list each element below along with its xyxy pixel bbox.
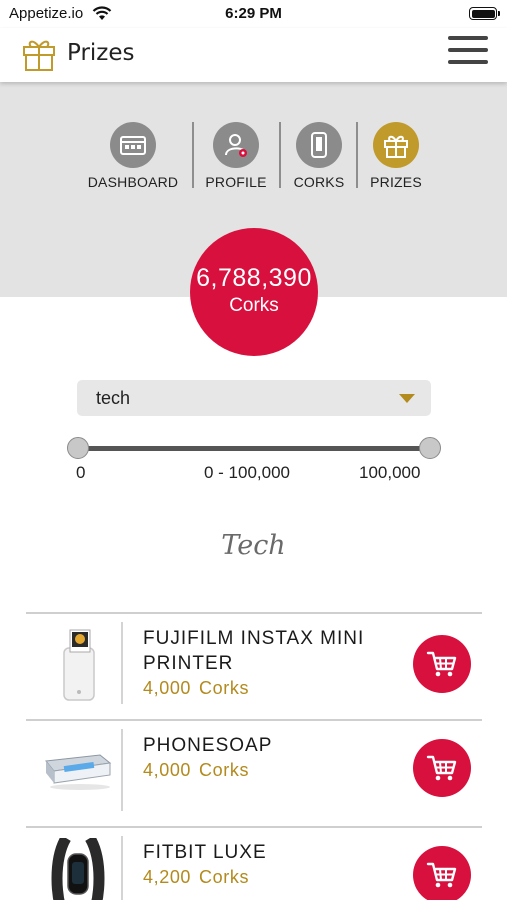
add-to-cart-button[interactable]: [413, 635, 471, 693]
fitbit-luxe-image: [51, 838, 105, 900]
corks-balance-badge: 6,788,390 Corks: [190, 228, 318, 356]
battery-icon: [469, 7, 500, 20]
corks-balance-unit: Corks: [229, 295, 279, 316]
prize-price-value: 4,000: [143, 760, 192, 780]
add-to-cart-button[interactable]: [413, 846, 471, 900]
prize-price: 4,000 Corks: [143, 678, 393, 699]
prize-price: 4,200 Corks: [143, 867, 393, 888]
page-title: Prizes: [67, 40, 135, 66]
prize-info: FITBIT LUXE 4,200 Corks: [143, 840, 393, 888]
prize-row[interactable]: FITBIT LUXE 4,200 Corks: [26, 826, 482, 900]
prize-divider: [121, 622, 123, 704]
instax-printer-image: [63, 629, 95, 701]
profile-icon: [213, 122, 259, 168]
category-dropdown-value: tech: [96, 388, 131, 408]
nav-profile-label: PROFILE: [205, 174, 267, 190]
status-time: 6:29 PM: [225, 5, 282, 22]
nav-divider: [192, 122, 194, 188]
prize-list: FUJIFILM INSTAX MINI PRINTER 4,000 Corks …: [26, 612, 482, 900]
gift-icon: [373, 122, 419, 168]
prize-name: FITBIT LUXE: [143, 842, 267, 863]
prize-divider: [121, 836, 123, 900]
cart-icon: [426, 755, 457, 781]
price-range-min-handle[interactable]: [67, 437, 89, 459]
cart-icon: [426, 862, 457, 888]
prize-price-unit: Corks: [199, 760, 250, 780]
gift-icon: [23, 40, 55, 71]
prize-price-unit: Corks: [199, 867, 250, 887]
phonesoap-image: [45, 754, 112, 790]
prize-divider: [121, 729, 123, 811]
nav-corks[interactable]: CORKS: [292, 122, 346, 190]
menu-line-icon: [448, 60, 488, 64]
category-dropdown[interactable]: tech: [77, 380, 431, 416]
nav-profile[interactable]: PROFILE: [205, 122, 267, 190]
prize-price-unit: Corks: [199, 678, 250, 698]
menu-line-icon: [448, 48, 488, 52]
prize-row[interactable]: FUJIFILM INSTAX MINI PRINTER 4,000 Corks: [26, 612, 482, 719]
prize-info: FUJIFILM INSTAX MINI PRINTER 4,000 Corks: [143, 626, 393, 699]
caret-down-icon: [399, 394, 415, 403]
status-bar: Appetize.io 6:29 PM: [0, 0, 507, 28]
dashboard-icon: [110, 122, 156, 168]
nav-dashboard[interactable]: DASHBOARD: [87, 122, 179, 190]
app-bar: Prizes: [0, 28, 507, 82]
price-range-label: 0 - 100,000: [204, 463, 291, 482]
nav-prizes-label: PRIZES: [370, 174, 422, 190]
hamburger-menu-button[interactable]: [448, 36, 488, 70]
nav-dashboard-label: DASHBOARD: [87, 174, 179, 190]
menu-line-icon: [448, 36, 488, 40]
nav-divider: [279, 122, 281, 188]
prize-info: PHONESOAP 4,000 Corks: [143, 733, 393, 781]
prize-name: PHONESOAP: [143, 735, 273, 756]
prize-row[interactable]: PHONESOAP 4,000 Corks: [26, 719, 482, 826]
price-range-max-label: 100,000: [359, 463, 421, 482]
nav-divider: [356, 122, 358, 188]
prize-price-value: 4,200: [143, 867, 192, 887]
prize-name: FUJIFILM INSTAX MINI PRINTER: [143, 628, 365, 674]
prize-price: 4,000 Corks: [143, 760, 393, 781]
price-range-max-handle[interactable]: [419, 437, 441, 459]
price-range-min-label: 0: [76, 463, 86, 482]
cart-icon: [426, 651, 457, 677]
nav-prizes[interactable]: PRIZES: [369, 122, 423, 190]
nav-corks-label: CORKS: [293, 174, 345, 190]
section-nav: DASHBOARD PROFILE CORKS PRIZES: [0, 122, 507, 192]
prize-price-value: 4,000: [143, 678, 192, 698]
corks-balance-value: 6,788,390: [196, 264, 312, 292]
price-range-track[interactable]: [78, 446, 430, 451]
corks-icon: [296, 122, 342, 168]
add-to-cart-button[interactable]: [413, 739, 471, 797]
category-title: Tech: [221, 530, 286, 561]
